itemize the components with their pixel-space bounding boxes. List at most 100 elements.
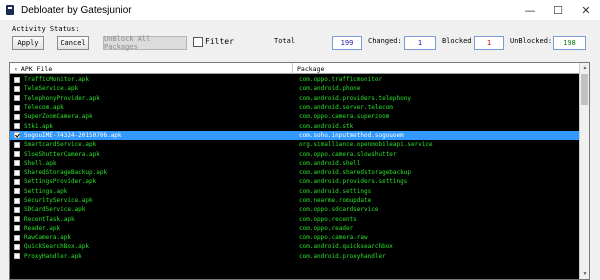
table-row[interactable]: Shell.apk com.android.shell xyxy=(10,159,579,168)
blocked-counter: 1 xyxy=(474,36,504,50)
table-row[interactable]: TelephonyProvider.apk com.android.provide… xyxy=(10,94,579,103)
close-button[interactable]: ✕ xyxy=(572,0,600,20)
table-row[interactable]: TeleService.apk com.android.phone xyxy=(10,84,579,93)
table-row[interactable]: SecurityService.apk com.nearme.romupdate xyxy=(10,196,579,205)
filter-checkbox[interactable] xyxy=(193,37,203,47)
package-cell: com.android.phone xyxy=(299,85,361,93)
column-header-apk-label: APK File xyxy=(20,64,53,73)
table-row[interactable]: ProxyHandler.apk com.android.proxyhandler xyxy=(10,252,579,261)
table-row[interactable]: SuperZoomCamera.apk com.oppo.camera.super… xyxy=(10,112,579,121)
table-row[interactable]: SDCardService.apk com.oppo.sdcardservice xyxy=(10,205,579,214)
package-cell: com.oppo.camera.raw xyxy=(299,234,368,242)
apk-file-cell: SogouIME-74324-20150706.apk xyxy=(24,131,122,139)
package-cell: com.android.proxyhandler xyxy=(299,252,386,260)
row-checkbox[interactable] xyxy=(14,123,20,130)
table-row[interactable]: QuickSearchBox.apk com.android.quicksearc… xyxy=(10,242,579,251)
row-checkbox[interactable] xyxy=(14,243,20,250)
app-logo-icon xyxy=(5,5,15,15)
window-controls: — ☐ ✕ xyxy=(516,0,600,20)
apk-file-cell: TrafficMonitor.apk xyxy=(24,76,90,84)
table-row[interactable]: RecentTask.apk com.oppo.recents xyxy=(10,214,579,223)
apk-file-cell: SecurityService.apk xyxy=(24,197,93,204)
package-cell: com.android.providers.settings xyxy=(299,178,408,186)
list-header: ‹ APK File Package xyxy=(10,63,579,74)
apk-file-cell: SettingsProvider.apk xyxy=(24,178,97,186)
apk-file-cell: ProxyHandler.apk xyxy=(24,252,82,260)
package-cell: com.oppo.camera.slowshutter xyxy=(299,150,397,158)
apply-button[interactable]: Apply xyxy=(12,36,44,50)
vertical-scrollbar[interactable]: ▲ ▼ xyxy=(579,63,589,279)
table-row[interactable]: Stk1.apk com.android.stk xyxy=(10,121,579,130)
column-header-package[interactable]: Package xyxy=(293,63,579,74)
unblocked-label: UnBlocked: xyxy=(510,37,553,45)
row-checkbox[interactable] xyxy=(14,178,20,185)
total-label: Total xyxy=(274,37,296,45)
table-row[interactable]: Reader.apk com.oppo.reader xyxy=(10,224,579,233)
scroll-thumb[interactable] xyxy=(581,74,588,105)
table-row[interactable]: SloeShutterCamera.apk com.oppo.camera.slo… xyxy=(10,149,579,158)
row-checkbox[interactable] xyxy=(14,151,20,158)
window-title: Debloater by Gatesjunior xyxy=(21,4,132,16)
package-cell: com.android.server.telecom xyxy=(299,104,393,112)
unblocked-value: 198 xyxy=(563,39,576,47)
changed-value: 1 xyxy=(417,39,423,47)
apk-file-cell: RawCamera.apk xyxy=(24,234,71,242)
row-checkbox[interactable] xyxy=(14,234,20,241)
apk-file-cell: SDCardService.apk xyxy=(24,206,86,214)
package-cell: com.android.shell xyxy=(299,159,361,167)
row-checkbox[interactable] xyxy=(14,197,20,204)
apk-file-cell: SloeShutterCamera.apk xyxy=(24,150,100,158)
unblock-all-button[interactable]: UnBlock All Packages xyxy=(103,35,187,51)
row-checkbox[interactable] xyxy=(14,132,20,139)
apk-file-cell: Stk1.apk xyxy=(24,122,53,130)
apk-file-cell: SmartcardService.apk xyxy=(24,141,97,149)
apk-file-cell: Settings.apk xyxy=(24,187,68,195)
package-cell: com.android.settings xyxy=(299,187,372,195)
row-checkbox[interactable] xyxy=(14,216,20,223)
blocked-label: Blocked xyxy=(442,37,472,45)
app-window: Debloater by Gatesjunior — ☐ ✕ Activity … xyxy=(0,0,600,280)
cancel-button[interactable]: Cancel xyxy=(57,36,89,50)
table-row[interactable]: RawCamera.apk com.oppo.camera.raw xyxy=(10,233,579,242)
apk-file-cell: Reader.apk xyxy=(24,224,61,232)
apk-file-cell: SharedStorageBackup.apk xyxy=(24,169,108,177)
title-bar: Debloater by Gatesjunior — ☐ ✕ xyxy=(0,0,600,20)
row-checkbox[interactable] xyxy=(14,141,20,148)
package-cell: com.oppo.trafficmonitor xyxy=(299,76,383,84)
package-cell: com.oppo.recents xyxy=(299,215,357,223)
table-row[interactable]: SmartcardService.apk org.simalliance.open… xyxy=(10,140,579,149)
apk-file-cell: SuperZoomCamera.apk xyxy=(24,113,93,121)
row-checkbox[interactable] xyxy=(14,76,20,83)
package-cell: com.android.quicksearchbox xyxy=(299,243,393,251)
row-checkbox[interactable] xyxy=(14,160,20,167)
row-checkbox[interactable] xyxy=(14,113,20,120)
scroll-down-icon[interactable]: ▼ xyxy=(580,269,589,279)
apk-file-cell: QuickSearchBox.apk xyxy=(24,243,90,251)
row-checkbox[interactable] xyxy=(14,95,20,102)
table-row[interactable]: TrafficMonitor.apk com.oppo.trafficmonito… xyxy=(10,75,579,84)
minimize-button[interactable]: — xyxy=(516,0,544,20)
row-checkbox[interactable] xyxy=(14,225,20,232)
changed-counter: 1 xyxy=(404,36,436,50)
package-cell: com.sohu.inputmethod.sogouoem xyxy=(299,131,404,139)
table-row[interactable]: SharedStorageBackup.apk com.android.share… xyxy=(10,168,579,177)
row-checkbox[interactable] xyxy=(14,169,20,176)
row-checkbox[interactable] xyxy=(14,188,20,195)
apk-file-cell: RecentTask.apk xyxy=(24,215,75,223)
package-cell: org.simalliance.openmobileapi.service xyxy=(299,141,433,149)
scroll-up-icon[interactable]: ▲ xyxy=(580,63,589,73)
row-checkbox[interactable] xyxy=(14,206,20,213)
column-header-package-label: Package xyxy=(297,64,325,73)
row-checkbox[interactable] xyxy=(14,104,20,111)
maximize-button[interactable]: ☐ xyxy=(544,0,572,20)
column-header-apk[interactable]: ‹ APK File xyxy=(10,63,293,74)
table-row[interactable]: SettingsProvider.apk com.android.provider… xyxy=(10,177,579,186)
total-value: 199 xyxy=(340,39,354,47)
table-row[interactable]: Telecom.apk com.android.server.telecom xyxy=(10,103,579,112)
table-row[interactable]: Settings.apk com.android.settings xyxy=(10,187,579,196)
table-row[interactable]: SogouIME-74324-20150706.apk com.sohu.inpu… xyxy=(10,130,579,141)
row-checkbox[interactable] xyxy=(14,253,20,260)
blocked-value: 1 xyxy=(486,39,492,47)
package-list[interactable]: ‹ APK File Package TrafficMonitor.apk com… xyxy=(9,62,590,280)
row-checkbox[interactable] xyxy=(14,85,20,92)
